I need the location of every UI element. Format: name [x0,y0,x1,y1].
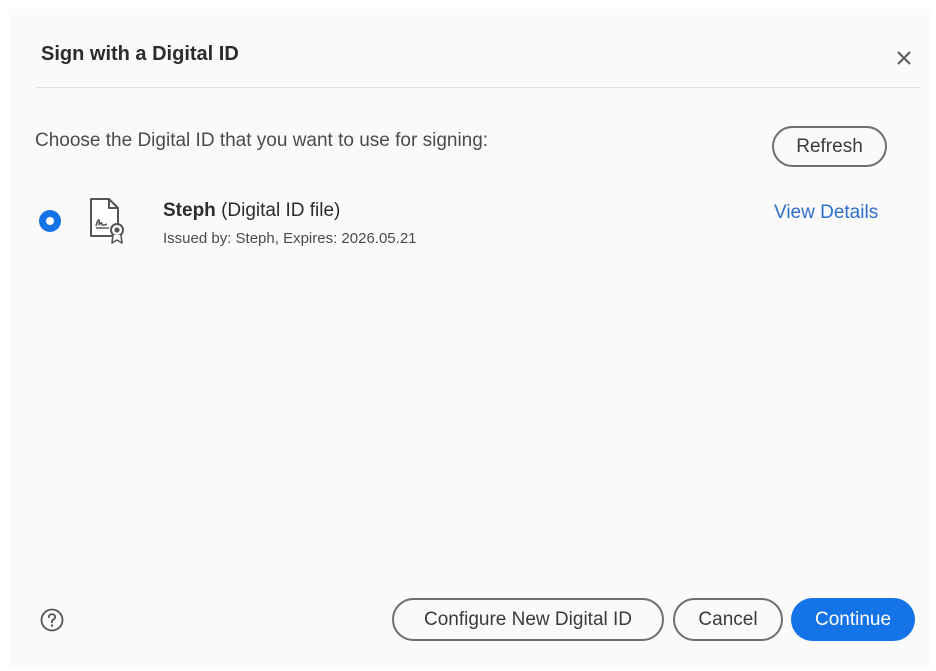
digital-id-type: (Digital ID file) [221,200,341,221]
help-icon[interactable] [40,608,64,632]
sign-digital-id-dialog: Sign with a Digital ID Choose the Digita… [9,9,931,667]
digital-id-radio[interactable] [39,210,61,232]
digital-id-name: Steph (Digital ID file) [163,200,340,222]
close-icon[interactable] [893,47,915,69]
header-divider [36,87,919,88]
continue-button[interactable]: Continue [791,598,915,641]
digital-id-owner: Steph [163,200,216,221]
certificate-file-icon [87,196,127,246]
choose-id-prompt: Choose the Digital ID that you want to u… [35,130,489,151]
digital-id-issued-info: Issued by: Steph, Expires: 2026.05.21 [163,230,417,247]
refresh-button[interactable]: Refresh [772,126,887,167]
radio-selected-dot [46,217,54,225]
view-details-link[interactable]: View Details [774,202,878,224]
dialog-title: Sign with a Digital ID [41,43,239,65]
cancel-button[interactable]: Cancel [673,598,783,641]
configure-new-digital-id-button[interactable]: Configure New Digital ID [392,598,664,641]
